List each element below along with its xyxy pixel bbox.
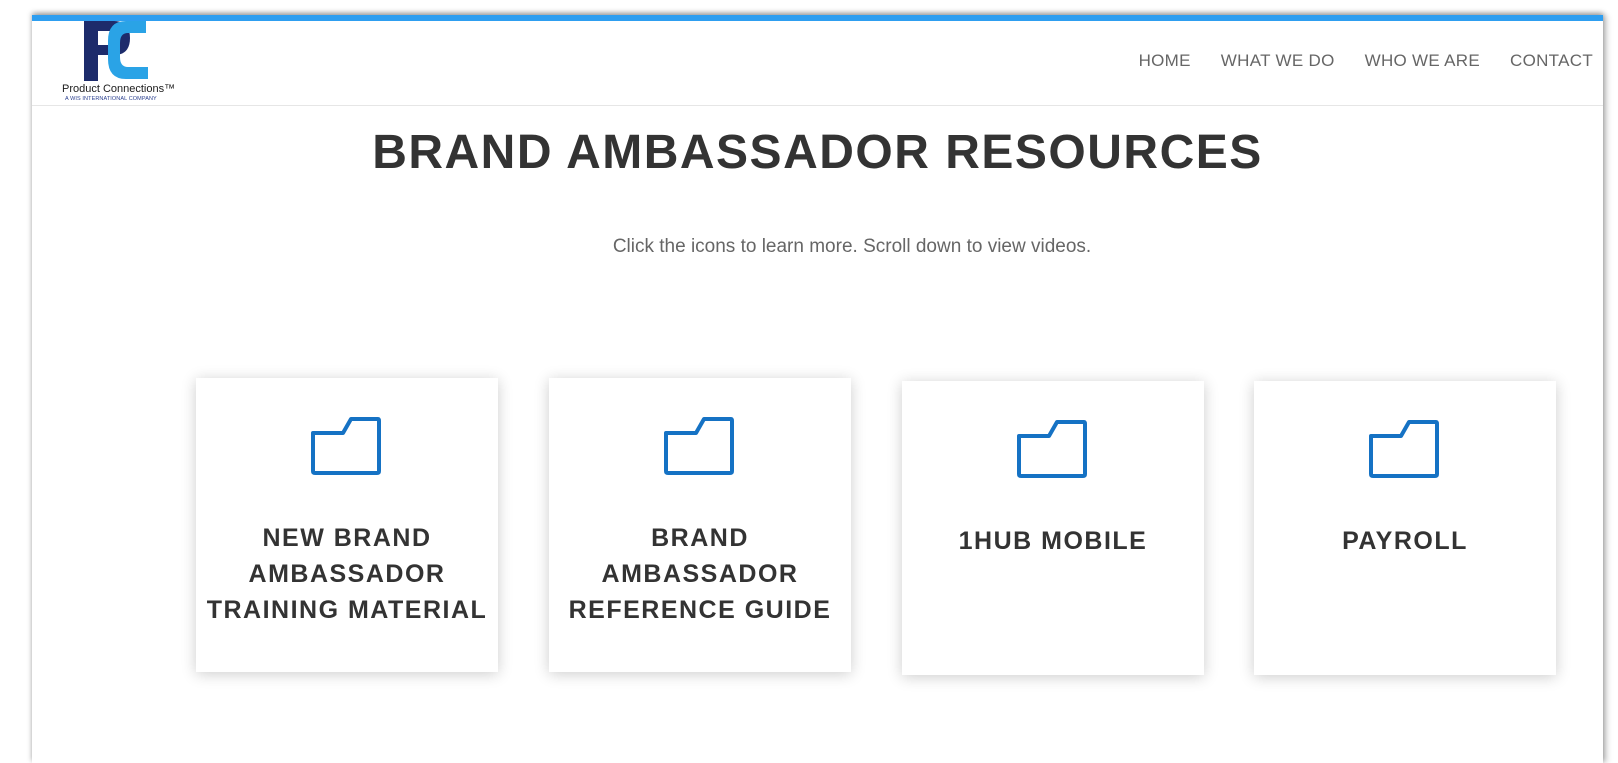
card-label: NEW BRAND AMBASSADOR TRAINING MATERIAL — [206, 524, 488, 624]
page-title: BRAND AMBASSADOR RESOURCES — [372, 126, 1263, 179]
card-reference-guide[interactable]: BRAND AMBASSADOR REFERENCE GUIDE — [549, 378, 851, 672]
nav-home[interactable]: HOME — [1139, 51, 1191, 71]
nav-what-we-do[interactable]: WHAT WE DO — [1221, 51, 1335, 71]
card-label: PAYROLL — [1342, 527, 1468, 555]
card-payroll[interactable]: PAYROLL — [1254, 381, 1556, 675]
nav-who-we-are[interactable]: WHO WE ARE — [1365, 51, 1480, 71]
logo-name: Product Connections™ — [62, 83, 176, 95]
page-subtitle: Click the icons to learn more. Scroll do… — [612, 236, 1092, 257]
page: Product Connections™ A WIS INTERNATIONAL… — [32, 15, 1603, 763]
card-label: BRAND AMBASSADOR REFERENCE GUIDE — [568, 524, 832, 624]
logo[interactable]: Product Connections™ A WIS INTERNATIONAL… — [62, 21, 182, 105]
main-nav: HOME WHAT WE DO WHO WE ARE CONTACT — [1139, 51, 1593, 71]
card-1hub-mobile[interactable]: 1HUB MOBILE — [902, 381, 1204, 675]
site-header: Product Connections™ A WIS INTERNATIONAL… — [32, 21, 1603, 106]
folder-icon — [1017, 420, 1087, 478]
nav-contact[interactable]: CONTACT — [1510, 51, 1593, 71]
folder-icon — [1369, 420, 1439, 478]
logo-mark-icon — [84, 21, 148, 81]
folder-icon — [664, 417, 734, 475]
card-label: 1HUB MOBILE — [958, 527, 1148, 555]
card-training-material[interactable]: NEW BRAND AMBASSADOR TRAINING MATERIAL — [196, 378, 498, 672]
folder-icon — [311, 417, 381, 475]
logo-tagline: A WIS INTERNATIONAL COMPANY — [65, 96, 157, 102]
